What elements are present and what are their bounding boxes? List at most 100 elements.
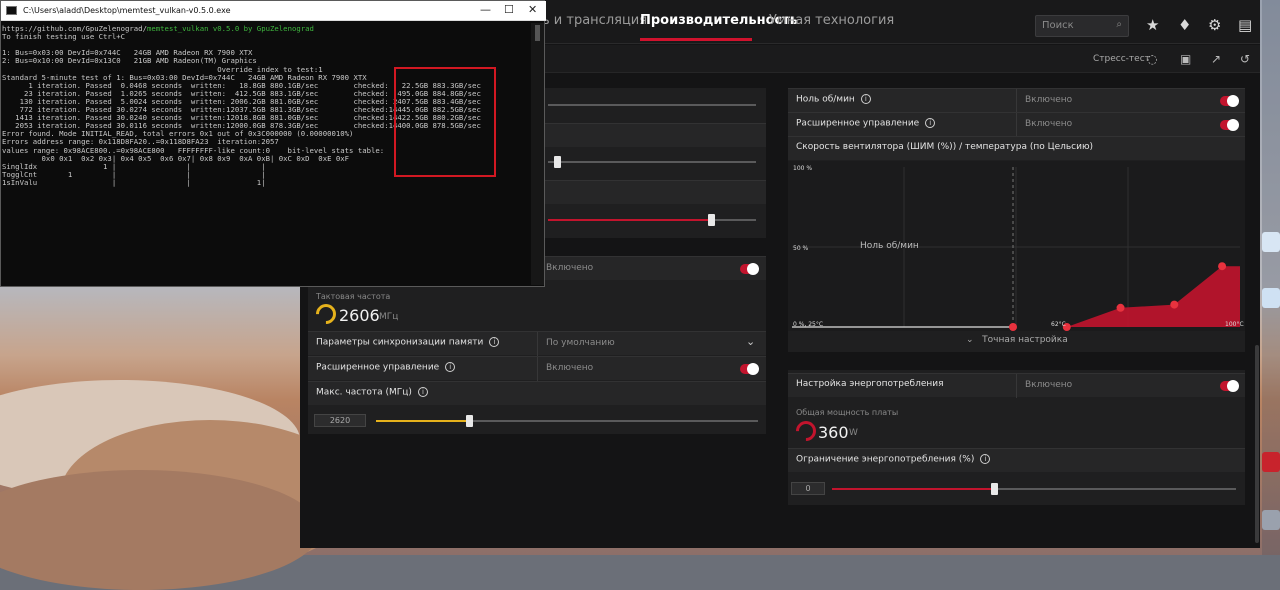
- row-power-tuning: Настройка энергопотребления Включено: [788, 373, 1245, 398]
- row-memory-timing[interactable]: Параметры синхронизации памяти i По умолч…: [308, 331, 766, 356]
- zero-rpm-annotation: Ноль об/мин: [860, 241, 919, 251]
- row-separator: [1016, 113, 1017, 137]
- slider-low-fill: [548, 219, 714, 221]
- row-power-limit: Ограничение энергопотребления (%) i: [788, 448, 1245, 472]
- search-input[interactable]: Поиск ⌕: [1035, 15, 1129, 37]
- y-tick-label: 50 %: [793, 245, 809, 252]
- pdf-file-icon[interactable]: [1262, 452, 1280, 472]
- clock-gauge-icon: [311, 299, 341, 329]
- window-icon[interactable]: ▤: [1238, 16, 1252, 34]
- fan-curve-point: [1009, 323, 1018, 331]
- max-frequency-fill: [376, 420, 470, 422]
- console-line-link: memtest_vulkan v0.5.0 by GpuZelenograd: [146, 24, 314, 33]
- slider-mid-track[interactable]: [548, 161, 756, 163]
- y-tick-label: 0 %, 25°C: [793, 321, 823, 328]
- power-limit-text: Ограничение энергопотребления (%): [796, 454, 975, 465]
- x-tick-label: 62°C: [1051, 321, 1066, 328]
- fan-chart-title: Скорость вентилятора (ШИМ (%)) / темпера…: [796, 142, 1094, 152]
- max-frequency-label: Макс. частота (МГц) i: [316, 387, 428, 398]
- info-icon[interactable]: i: [925, 118, 936, 128]
- chevron-down-icon[interactable]: ⌄: [746, 335, 755, 348]
- memory-timing-value: По умолчанию: [546, 338, 615, 348]
- fan-advanced-text: Расширенное управление: [796, 118, 920, 129]
- console-title: C:\Users\aladd\Desktop\memtest_vulkan-v0…: [23, 6, 231, 15]
- slider-mid-thumb[interactable]: [554, 156, 561, 168]
- max-frequency-thumb[interactable]: [466, 415, 473, 427]
- star-icon[interactable]: ★: [1146, 16, 1159, 34]
- console-line: 1sInValu | | 1|: [2, 178, 266, 187]
- maximize-icon[interactable]: ☐: [504, 3, 514, 16]
- x-tick-label: 100°C: [1225, 321, 1244, 328]
- clock-value: 2606: [339, 306, 380, 325]
- vram-toggle[interactable]: [740, 263, 759, 275]
- edge-icon-2[interactable]: [1262, 288, 1280, 308]
- fan-curve-chart[interactable]: 100 % 50 % 0 %, 25°C 62°C 100°C Ноль об/мин: [788, 161, 1245, 331]
- zero-rpm-toggle[interactable]: [1220, 95, 1239, 107]
- board-power-gauge-icon: [791, 416, 821, 446]
- close-icon[interactable]: ✕: [528, 3, 537, 16]
- reset-icon[interactable]: ↺: [1240, 52, 1250, 66]
- power-limit-label: Ограничение энергопотребления (%) i: [796, 454, 991, 465]
- zero-rpm-value: Включено: [1025, 95, 1073, 105]
- console-line: To finish testing use Ctrl+C: [2, 32, 125, 41]
- fan-tuning-panel: Ноль об/мин i Включено Расширенное управл…: [788, 88, 1245, 352]
- slider-low-thumb[interactable]: [708, 214, 715, 226]
- clock-label: Тактовая частота: [316, 292, 391, 301]
- info-icon[interactable]: i: [445, 362, 456, 372]
- memory-timing-text: Параметры синхронизации памяти: [316, 337, 484, 348]
- search-icon: ⌕: [1116, 19, 1122, 30]
- fan-advanced-toggle[interactable]: [1220, 119, 1239, 131]
- export-icon[interactable]: ↗: [1211, 52, 1221, 66]
- zero-rpm-label: Ноль об/мин i: [796, 94, 871, 105]
- max-frequency-text: Макс. частота (МГц): [316, 387, 412, 398]
- power-tuning-panel: Настройка энергопотребления Включено Общ…: [788, 370, 1245, 505]
- console-window: C:\Users\aladd\Desktop\memtest_vulkan-v0…: [0, 0, 546, 287]
- save-profile-icon[interactable]: ▣: [1180, 52, 1191, 66]
- power-limit-fill: [832, 488, 992, 490]
- clock-unit: МГц: [379, 312, 399, 322]
- power-limit-input[interactable]: 0: [791, 482, 825, 495]
- y-tick-label: 100 %: [793, 165, 812, 172]
- stress-test-gauge-icon[interactable]: ◌: [1147, 52, 1157, 66]
- edge-icon[interactable]: [1262, 232, 1280, 252]
- search-placeholder: Поиск: [1042, 20, 1074, 31]
- gear-icon[interactable]: ⚙: [1208, 16, 1221, 34]
- minimize-icon[interactable]: —: [480, 3, 491, 16]
- info-icon[interactable]: i: [417, 387, 428, 397]
- console-scroll-thumb[interactable]: [535, 25, 540, 41]
- document-icon[interactable]: [1262, 510, 1280, 530]
- console-app-icon: [6, 6, 17, 15]
- row-separator: [1016, 374, 1017, 398]
- scrollbar[interactable]: [1255, 345, 1259, 543]
- fan-advanced-label: Расширенное управление i: [796, 118, 936, 129]
- board-power-label: Общая мощность платы: [796, 408, 899, 417]
- max-frequency-input[interactable]: 2620: [314, 414, 366, 427]
- fan-curve-point: [1218, 262, 1227, 271]
- info-icon[interactable]: i: [980, 454, 991, 464]
- info-icon[interactable]: i: [489, 337, 500, 347]
- fine-tune-toggle[interactable]: ⌄ Точная настройка: [966, 335, 1068, 345]
- console-line-text: 1sInValu | | 1|: [2, 177, 266, 187]
- power-tuning-toggle[interactable]: [1220, 380, 1239, 392]
- memory-advanced-toggle[interactable]: [740, 363, 759, 375]
- slider-top-track[interactable]: [548, 104, 756, 106]
- console-scrollbar[interactable]: [531, 23, 544, 285]
- stress-test-label[interactable]: Стресс-тест: [1093, 54, 1150, 64]
- console-title-bar[interactable]: C:\Users\aladd\Desktop\memtest_vulkan-v0…: [1, 1, 546, 21]
- board-power-unit: W: [849, 428, 858, 438]
- row-fan-advanced: Расширенное управление i Включено: [788, 112, 1245, 137]
- row-separator: [1016, 89, 1017, 113]
- fan-advanced-value: Включено: [1025, 119, 1073, 129]
- tab-smart-technology[interactable]: Умная технология: [769, 13, 894, 28]
- notification-bell-icon[interactable]: ♦: [1178, 16, 1191, 34]
- power-tuning-label: Настройка энергопотребления: [796, 379, 944, 389]
- row-separator: [537, 357, 538, 381]
- info-icon[interactable]: i: [860, 94, 871, 104]
- tab-streaming[interactable]: ь и трансляция: [542, 13, 647, 28]
- console-line-text: To finish testing use Ctrl+C: [2, 32, 126, 42]
- memory-advanced-value: Включено: [546, 363, 594, 373]
- row-max-frequency: Макс. частота (МГц) i: [308, 381, 766, 405]
- board-power-value: 360: [818, 423, 849, 442]
- power-limit-thumb[interactable]: [991, 483, 998, 495]
- fan-curve-point: [1116, 303, 1125, 312]
